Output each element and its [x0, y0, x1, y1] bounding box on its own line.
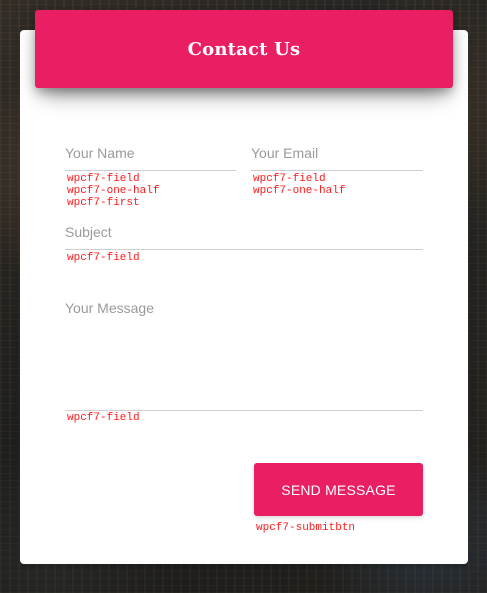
form-header: Contact Us — [35, 10, 453, 88]
message-field: Your Message wpcf7-field — [65, 295, 423, 427]
name-field: Your Name wpcf7-field wpcf7-one-half wpc… — [65, 140, 236, 210]
name-input[interactable] — [65, 140, 236, 170]
email-underline — [251, 170, 423, 171]
subject-field-classes: wpcf7-field — [67, 252, 140, 264]
subject-underline — [65, 249, 423, 250]
send-message-button[interactable]: SEND MESSAGE — [254, 463, 423, 516]
name-field-classes: wpcf7-field wpcf7-one-half wpcf7-first — [67, 173, 160, 209]
email-input[interactable] — [251, 140, 423, 170]
message-underline — [65, 410, 423, 411]
message-field-classes: wpcf7-field — [67, 412, 140, 424]
email-field-classes: wpcf7-field wpcf7-one-half — [253, 173, 346, 197]
email-field: Your Email wpcf7-field wpcf7-one-half — [251, 140, 423, 200]
subject-input[interactable] — [65, 219, 423, 249]
name-underline — [65, 170, 236, 171]
form-title: Contact Us — [187, 38, 301, 60]
submit-button-classes: wpcf7-submitbtn — [256, 522, 356, 534]
message-textarea[interactable] — [65, 295, 423, 409]
subject-field: Subject wpcf7-field — [65, 219, 423, 269]
